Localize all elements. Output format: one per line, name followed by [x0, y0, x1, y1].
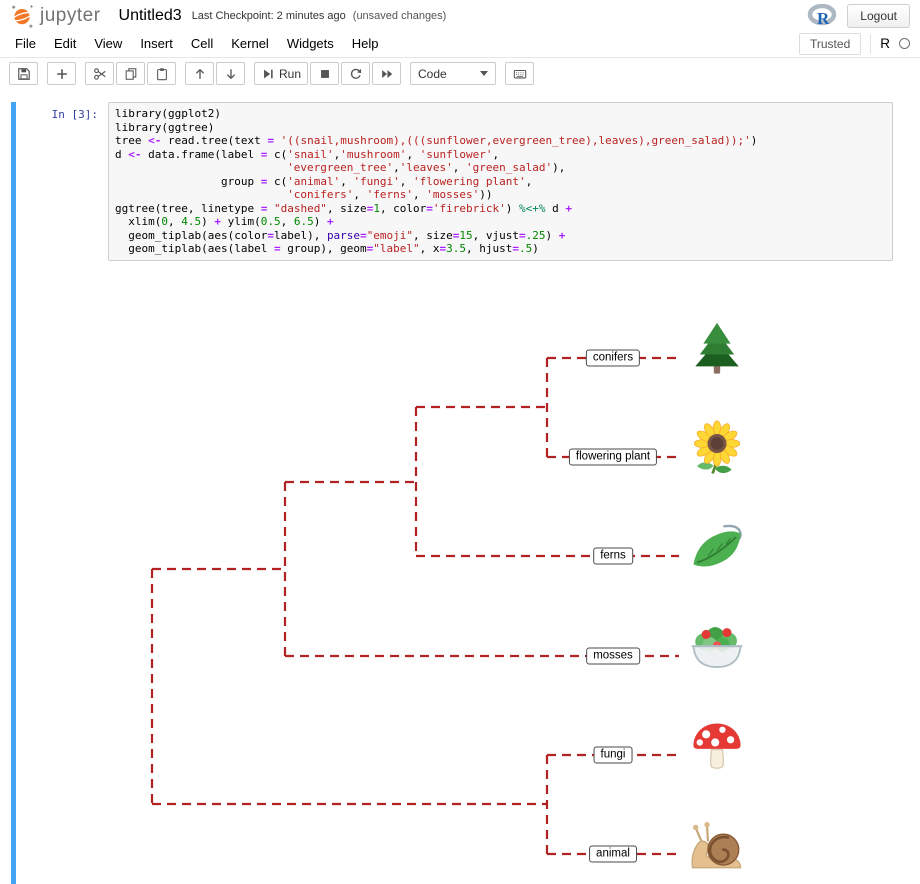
logout-button[interactable]: Logout	[847, 4, 910, 28]
menu-item-insert[interactable]: Insert	[131, 32, 182, 55]
move-cell-down-button[interactable]	[216, 62, 245, 85]
restart-icon	[350, 68, 361, 79]
restart-run-all-button[interactable]	[372, 62, 402, 85]
group-label-mosses: mosses	[586, 647, 640, 664]
paste-cells-button[interactable]	[147, 62, 176, 85]
command-palette-button[interactable]	[505, 62, 535, 85]
cell-type-dropdown[interactable]: Code	[410, 62, 497, 85]
menu-item-view[interactable]: View	[85, 32, 131, 55]
kernel-status-icon	[899, 38, 910, 49]
notebook-area: In [3]: library(ggplot2) library(ggtree) t…	[0, 89, 920, 884]
cut-cells-button[interactable]	[85, 62, 114, 85]
copy-cells-button[interactable]	[116, 62, 145, 85]
run-button-label: Run	[279, 66, 302, 81]
run-icon	[264, 69, 273, 78]
insert-cell-below-button[interactable]	[47, 62, 76, 85]
tree-branches	[150, 356, 679, 855]
menu-item-kernel[interactable]: Kernel	[222, 32, 278, 55]
cell-output-area: conifers flowering plant ferns mosses fungi a…	[16, 271, 920, 884]
run-button[interactable]: Run	[254, 62, 309, 85]
scissors-icon	[93, 67, 106, 80]
sunflower-emoji	[692, 419, 742, 475]
paste-icon	[156, 67, 167, 80]
menubar-separator	[870, 33, 872, 54]
move-cell-up-button[interactable]	[185, 62, 214, 85]
notebook-header: jupyter Untitled3 Last Checkpoint: 2 min…	[0, 0, 920, 30]
plus-icon	[56, 68, 67, 79]
menu-item-edit[interactable]: Edit	[45, 32, 85, 55]
notebook-title[interactable]: Untitled3	[119, 7, 182, 25]
kernel-name: R	[880, 36, 890, 51]
code-editor[interactable]: library(ggplot2) library(ggtree) tree <- r…	[108, 102, 893, 261]
evergreen-tree-emoji	[695, 322, 739, 374]
unsaved-status: (unsaved changes)	[352, 10, 447, 22]
group-label-fungi: fungi	[593, 746, 633, 763]
fast-forward-icon	[381, 69, 392, 78]
jupyter-logo-icon	[11, 5, 33, 28]
input-prompt: In [3]:	[51, 108, 98, 121]
menu-items: File Edit View Insert Cell Kernel Widgets Help	[6, 32, 388, 55]
code-cell[interactable]: In [3]: library(ggplot2) library(ggtree) t…	[11, 102, 920, 884]
jupyter-logo-text: jupyter	[40, 5, 101, 26]
r-kernel-logo: R	[808, 4, 837, 28]
trusted-badge[interactable]: Trusted	[799, 32, 862, 55]
group-label-ferns: ferns	[593, 547, 633, 564]
menu-item-file[interactable]: File	[6, 32, 45, 55]
menu-item-cell[interactable]: Cell	[182, 32, 222, 55]
save-button[interactable]	[9, 62, 38, 85]
chevron-down-icon	[480, 71, 489, 80]
toolbar: Run Code	[0, 58, 920, 89]
cell-type-value: Code	[418, 66, 447, 81]
interrupt-kernel-button[interactable]	[310, 62, 340, 85]
menu-item-widgets[interactable]: Widgets	[278, 32, 343, 55]
group-label-conifers: conifers	[585, 349, 641, 366]
save-icon	[17, 67, 30, 80]
phylogenetic-tree-svg	[150, 322, 744, 869]
tree-plot: conifers flowering plant ferns mosses fungi a…	[0, 271, 920, 884]
group-label-flowering-plant: flowering plant	[568, 448, 658, 465]
stop-icon	[320, 69, 329, 78]
menu-bar: File Edit View Insert Cell Kernel Widgets Help …	[0, 30, 920, 58]
snail-emoji	[690, 820, 742, 869]
jupyter-logo[interactable]: jupyter	[8, 2, 101, 30]
menu-item-help[interactable]: Help	[343, 32, 388, 55]
cell-input-area: In [3]: library(ggplot2) library(ggtree) t…	[16, 102, 920, 261]
checkpoint-status: Last Checkpoint: 2 minutes ago	[191, 10, 346, 22]
copy-icon	[125, 67, 136, 80]
keyboard-icon	[513, 69, 526, 78]
arrow-up-icon	[195, 68, 204, 79]
restart-kernel-button[interactable]	[341, 62, 371, 85]
arrow-down-icon	[226, 68, 235, 79]
tree-tip-emojis	[690, 322, 744, 869]
green-salad-emoji	[690, 625, 744, 668]
svg-text:R: R	[817, 9, 830, 28]
leaf-emoji	[692, 524, 742, 568]
mushroom-emoji	[692, 722, 742, 769]
group-label-animal: animal	[589, 845, 637, 862]
